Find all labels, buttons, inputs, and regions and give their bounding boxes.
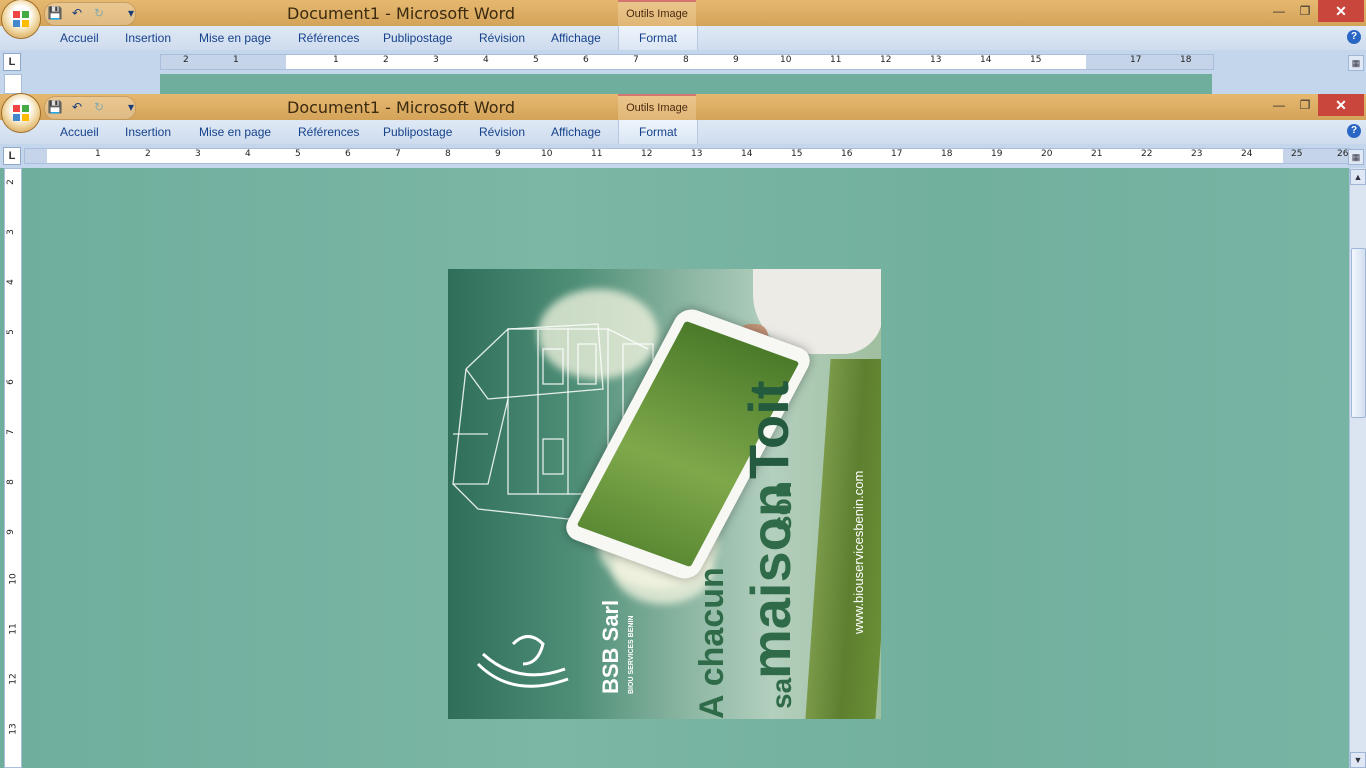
tab-publipostage[interactable]: Publipostage xyxy=(383,125,452,139)
view-ruler-icon[interactable]: ▦ xyxy=(1348,55,1364,71)
save-icon[interactable]: 💾 xyxy=(46,4,64,22)
redo-icon[interactable]: ↻ xyxy=(90,4,108,22)
tab-mise-en-page[interactable]: Mise en page xyxy=(199,31,271,45)
contextual-tab-label: Outils Image xyxy=(618,94,696,122)
back-horizontal-ruler[interactable]: 2 1 1 2 3 4 5 6 7 8 9 10 11 12 13 14 15 … xyxy=(160,54,1214,70)
restore-icon[interactable]: ❐ xyxy=(1292,94,1318,116)
minimize-icon[interactable]: — xyxy=(1266,0,1292,22)
help-icon[interactable]: ? xyxy=(1347,30,1361,44)
undo-icon[interactable]: ↶ xyxy=(68,98,86,116)
tab-insertion[interactable]: Insertion xyxy=(125,125,171,139)
back-quick-access-toolbar: 💾 ↶ ↻ ▾ xyxy=(46,3,140,23)
tab-publipostage[interactable]: Publipostage xyxy=(383,31,452,45)
tab-selector-icon[interactable]: L xyxy=(3,53,21,71)
undo-icon[interactable]: ↶ xyxy=(68,4,86,22)
scroll-up-icon[interactable]: ▲ xyxy=(1350,169,1366,185)
front-ruler-bar: L 1 2 3 4 5 6 7 8 9 10 11 12 13 14 15 16… xyxy=(0,144,1366,168)
brand-name: BSB Sarl xyxy=(598,599,623,694)
customize-qat-icon[interactable]: ▾ xyxy=(122,98,140,116)
vertical-ruler[interactable]: 2 3 4 5 6 7 8 9 10 11 12 13 xyxy=(4,168,22,768)
office-button-icon[interactable] xyxy=(2,0,40,38)
slogan-son: son xyxy=(766,481,797,531)
tab-format[interactable]: Format xyxy=(639,125,677,139)
back-document-page xyxy=(160,74,1212,94)
tab-mise-en-page[interactable]: Mise en page xyxy=(199,125,271,139)
redo-icon[interactable]: ↻ xyxy=(90,98,108,116)
tab-affichage[interactable]: Affichage xyxy=(551,31,601,45)
view-ruler-icon[interactable]: ▦ xyxy=(1348,149,1364,165)
close-icon[interactable]: ✕ xyxy=(1318,0,1364,22)
window-title: Document1 - Microsoft Word xyxy=(287,98,516,117)
minimize-icon[interactable]: — xyxy=(1266,94,1292,116)
scroll-thumb[interactable] xyxy=(1351,248,1366,418)
tab-accueil[interactable]: Accueil xyxy=(60,125,99,139)
tab-affichage[interactable]: Affichage xyxy=(551,125,601,139)
tab-format[interactable]: Format xyxy=(639,31,677,45)
back-ruler-bar: L 2 1 1 2 3 4 5 6 7 8 9 10 11 12 13 14 1… xyxy=(0,50,1366,74)
front-quick-access-toolbar: 💾 ↶ ↻ ▾ xyxy=(46,97,140,117)
brand-subtitle: BIOU SERVICES BENIN xyxy=(628,615,635,694)
tab-insertion[interactable]: Insertion xyxy=(125,31,171,45)
front-horizontal-ruler[interactable]: 1 2 3 4 5 6 7 8 9 10 11 12 13 14 15 16 1… xyxy=(24,148,1350,164)
inserted-picture[interactable]: BSB Sarl BIOU SERVICES BENIN A chacun sa… xyxy=(448,269,881,719)
back-window: 💾 ↶ ↻ ▾ Document1 - Microsoft Word Outil… xyxy=(0,0,1366,94)
customize-qat-icon[interactable]: ▾ xyxy=(122,4,140,22)
tab-revision[interactable]: Révision xyxy=(479,125,525,139)
tab-references[interactable]: Références xyxy=(298,31,359,45)
vertical-scrollbar[interactable]: ▲ ▼ xyxy=(1349,168,1366,768)
slogan-a-chacun: A chacun xyxy=(693,567,731,719)
contextual-tab-label: Outils Image xyxy=(618,0,696,28)
bsb-logo-icon xyxy=(476,635,569,688)
scroll-down-icon[interactable]: ▼ xyxy=(1350,752,1366,768)
slogan-sa: sa xyxy=(766,677,797,709)
website-url: www.biouservicesbenin.com xyxy=(851,470,866,634)
front-title-bar: 💾 ↶ ↻ ▾ Document1 - Microsoft Word Outil… xyxy=(0,94,1366,122)
restore-icon[interactable]: ❐ xyxy=(1292,0,1318,22)
slogan-toit: Toit xyxy=(737,380,800,479)
tab-references[interactable]: Références xyxy=(298,125,359,139)
back-title-bar: 💾 ↶ ↻ ▾ Document1 - Microsoft Word Outil… xyxy=(0,0,1366,28)
office-button-icon[interactable] xyxy=(2,94,40,132)
tab-selector-icon[interactable]: L xyxy=(3,147,21,165)
tab-accueil[interactable]: Accueil xyxy=(60,31,99,45)
close-icon[interactable]: ✕ xyxy=(1318,94,1364,116)
help-icon[interactable]: ? xyxy=(1347,124,1361,138)
save-icon[interactable]: 💾 xyxy=(46,98,64,116)
window-title: Document1 - Microsoft Word xyxy=(287,4,516,23)
tab-revision[interactable]: Révision xyxy=(479,31,525,45)
